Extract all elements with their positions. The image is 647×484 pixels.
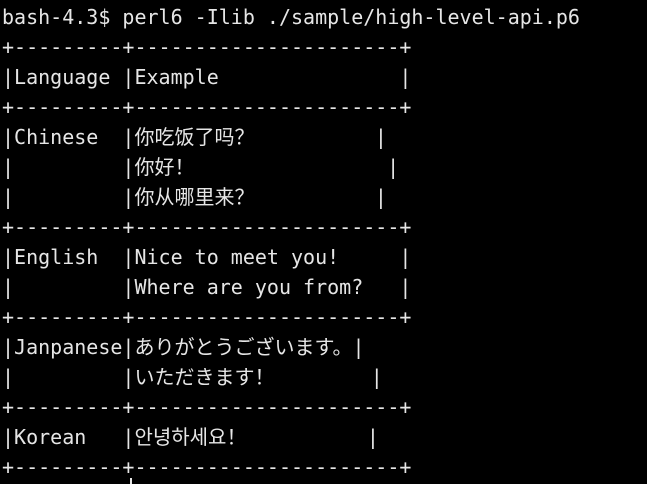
table-row: |Janpanese|ありがとうございます。| xyxy=(2,335,365,359)
table-border: +---------+----------------------+ xyxy=(2,35,412,59)
terminal-window[interactable]: bash-4.3$ perl6 -Ilib ./sample/high-leve… xyxy=(0,0,647,484)
text-cursor xyxy=(130,478,132,484)
table-row: |Chinese |你吃饭了吗？ | xyxy=(2,125,387,149)
table-row: | |いただきます！ | xyxy=(2,365,383,389)
table-row: | |Where are you from? | xyxy=(2,275,412,299)
table-border: +---------+----------------------+ xyxy=(2,455,412,479)
table-border: +---------+----------------------+ xyxy=(2,305,412,329)
command-line: bash-4.3$ perl6 -Ilib ./sample/high-leve… xyxy=(2,5,580,29)
table-border: +---------+----------------------+ xyxy=(2,395,412,419)
table-border: +---------+----------------------+ xyxy=(2,95,412,119)
table-header-row: |Language |Example | xyxy=(2,65,412,89)
table-row: | |你从哪里来？ | xyxy=(2,185,387,209)
table-row: |Korean |안녕하세요！ | xyxy=(2,425,379,449)
table-border: +---------+----------------------+ xyxy=(2,215,412,239)
table-row: | |你好！ | xyxy=(2,155,400,179)
table-row: |English |Nice to meet you! | xyxy=(2,245,412,269)
